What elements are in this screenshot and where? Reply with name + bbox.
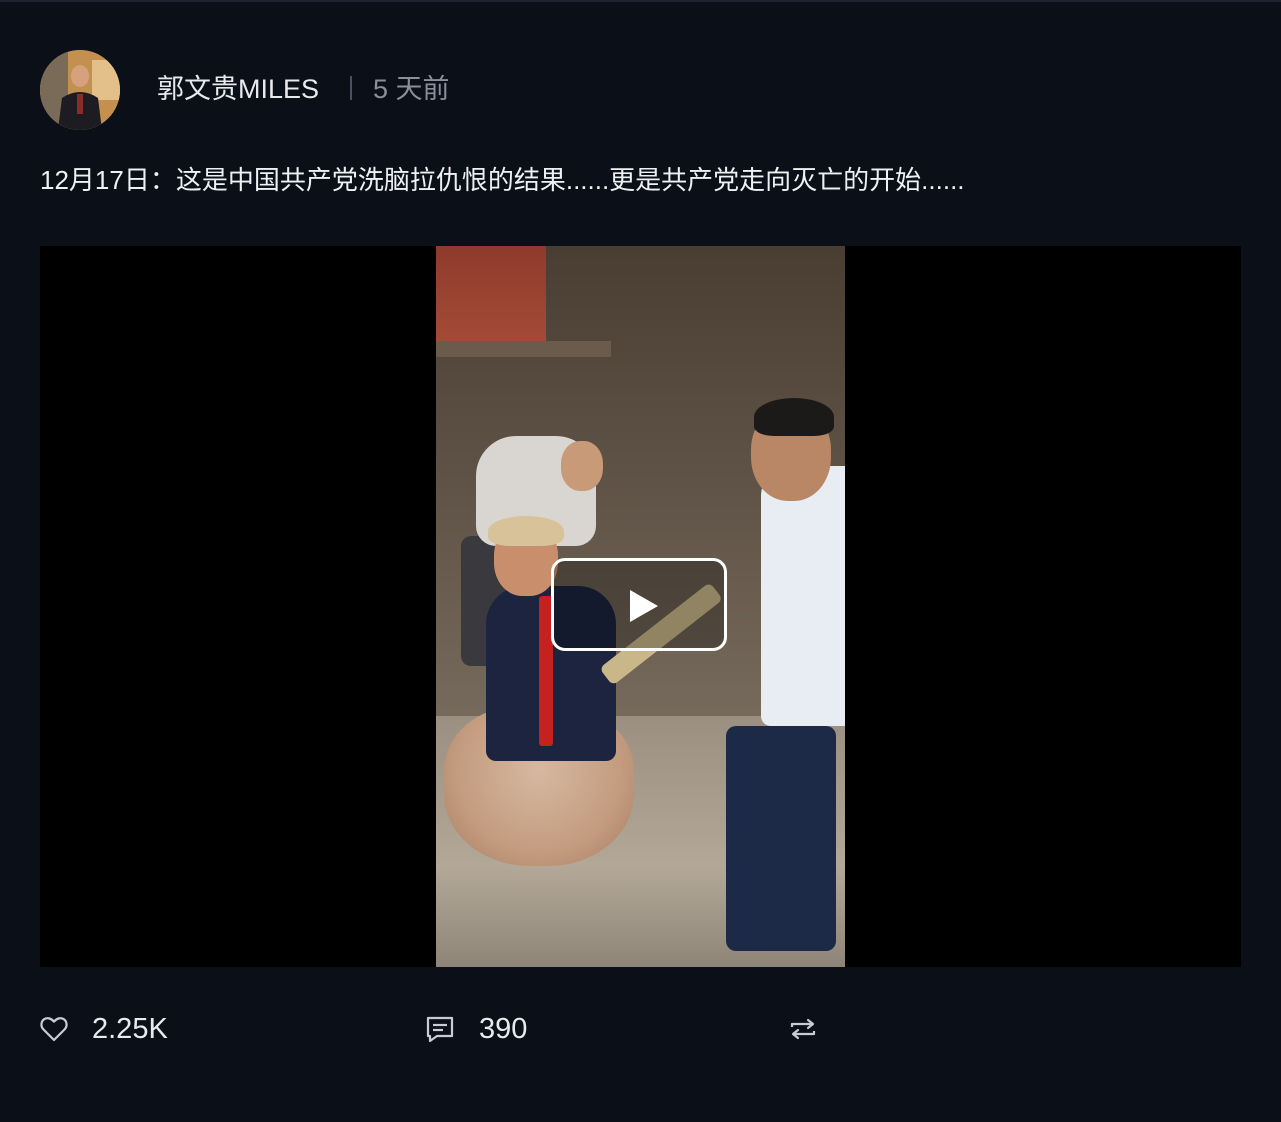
repost-button[interactable] <box>788 1008 818 1050</box>
post-text: 12月17日：这是中国共产党洗脑拉仇恨的结果......更是共产党走向灭亡的开始… <box>40 165 965 195</box>
avatar-image <box>40 50 120 130</box>
author-avatar[interactable] <box>40 50 120 130</box>
repost-icon <box>788 1016 818 1042</box>
post-timestamp: 5 天前 <box>373 74 450 104</box>
meta-divider <box>350 76 352 100</box>
comment-count: 390 <box>479 1013 528 1045</box>
play-button[interactable] <box>551 558 727 651</box>
video-player[interactable] <box>40 246 1241 967</box>
like-count: 2.25K <box>92 1013 168 1045</box>
top-border <box>0 0 1281 2</box>
comment-button[interactable]: 390 <box>425 1008 527 1050</box>
author-name[interactable]: 郭文贵MILES <box>157 71 319 107</box>
like-button[interactable]: 2.25K <box>40 1008 168 1050</box>
comment-icon <box>425 1015 455 1043</box>
heart-outline-icon <box>40 1016 68 1042</box>
play-icon <box>630 590 658 622</box>
